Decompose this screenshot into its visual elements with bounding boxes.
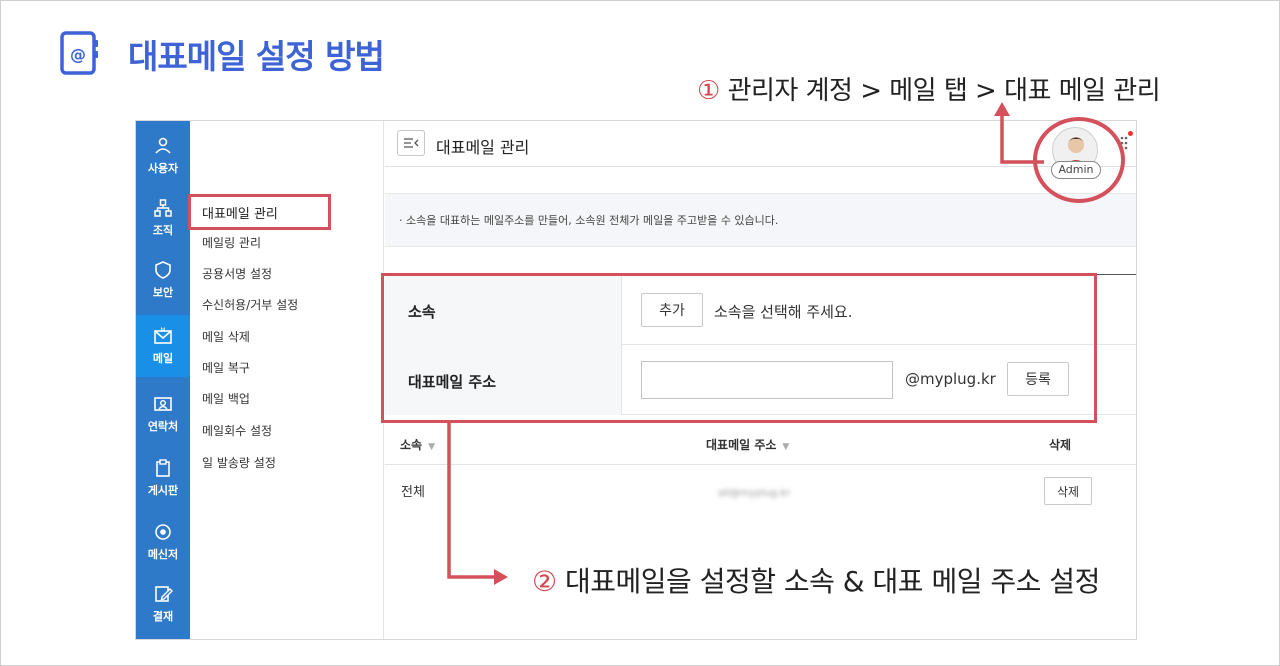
- svg-text:M: M: [160, 327, 165, 334]
- sidebar-item-label: 결재: [152, 610, 174, 623]
- info-bar: · 소속을 대표하는 메일주소를 만들어, 소속원 전체가 메일을 주고받을 수…: [385, 193, 1136, 247]
- table-header: 소속 ▼ 대표메일 주소 ▼ 삭제: [385, 423, 1136, 465]
- content-header: 대표메일 관리 Admin: [385, 121, 1136, 179]
- sidebar-item-org[interactable]: 조직: [136, 187, 190, 249]
- sidebar-item-messenger[interactable]: 메신저: [136, 511, 190, 573]
- form-highlight-box: [381, 273, 1097, 423]
- sidebar-item-label: 사용자: [147, 162, 179, 175]
- info-text: · 소속을 대표하는 메일주소를 만들어, 소속원 전체가 메일을 주고받을 수…: [399, 214, 779, 227]
- submenu-item-mail-backup[interactable]: 메일 백업: [202, 390, 250, 407]
- sort-caret-icon: ▼: [428, 442, 436, 452]
- content-title: 대표메일 관리: [436, 138, 530, 157]
- sidebar-item-users[interactable]: 사용자: [136, 125, 190, 187]
- column-header-delete: 삭제: [1049, 438, 1072, 452]
- column-header-dept[interactable]: 소속 ▼: [400, 436, 435, 453]
- admin-sidebar: 사용자 조직 보안 M 메일 연락처 게시판 메신저 결재: [136, 121, 190, 639]
- step2-annotation: ② 대표메일을 설정할 소속 & 대표 메일 주소 설정: [532, 560, 1100, 600]
- sidebar-item-label: 조직: [152, 224, 174, 237]
- submenu-item-daily-send[interactable]: 일 발송량 설정: [202, 454, 276, 471]
- step2-number: ②: [532, 565, 557, 598]
- sidebar-item-contacts[interactable]: 연락처: [136, 383, 190, 445]
- step1-annotation: ① 관리자 계정 > 메일 탭 > 대표 메일 관리: [697, 70, 1161, 107]
- sidebar-item-label: 게시판: [147, 484, 179, 497]
- column-header-address[interactable]: 대표메일 주소 ▼: [706, 436, 789, 453]
- row-dept: 전체: [401, 485, 425, 500]
- sidebar-item-approval[interactable]: 결재: [136, 573, 190, 635]
- row-address-blurred: all@myplug.kr: [718, 488, 791, 499]
- messenger-icon: [155, 524, 171, 540]
- step1-text: 관리자 계정 > 메일 탭 > 대표 메일 관리: [719, 76, 1161, 106]
- admin-highlight-circle: [1033, 117, 1125, 203]
- submenu-item-mail-restore[interactable]: 메일 복구: [202, 359, 250, 376]
- submenu-item-mail-recall[interactable]: 메일회수 설정: [202, 422, 272, 439]
- page-title: 대표메일 설정 방법: [128, 37, 385, 76]
- step2-text: 대표메일을 설정할 소속 & 대표 메일 주소 설정: [556, 565, 1100, 598]
- submenu-item-shared-signature[interactable]: 공용서명 설정: [202, 265, 272, 282]
- sidebar-item-mail[interactable]: M 메일: [136, 315, 190, 377]
- delete-button[interactable]: 삭제: [1044, 477, 1092, 505]
- org-chart-icon: [154, 199, 172, 217]
- user-icon: [155, 137, 171, 154]
- svg-text:@: @: [70, 45, 86, 64]
- sort-caret-icon: ▼: [782, 442, 790, 452]
- address-book-at-icon: @: [60, 31, 98, 75]
- submenu-highlight-box: [188, 194, 331, 230]
- sidebar-item-board[interactable]: 게시판: [136, 447, 190, 509]
- sidebar-item-label: 메신저: [147, 548, 179, 561]
- submenu-item-mailing[interactable]: 메일링 관리: [202, 234, 261, 251]
- contact-card-icon: [154, 397, 172, 411]
- sidebar-item-security[interactable]: 보안: [136, 249, 190, 311]
- sidebar-item-label: 메일: [152, 352, 174, 365]
- submenu-item-allow-block[interactable]: 수신허용/거부 설정: [202, 296, 298, 313]
- mail-icon: M: [154, 327, 172, 344]
- step1-number: ①: [697, 76, 720, 106]
- approval-pen-icon: [155, 586, 173, 602]
- submenu-item-mail-delete[interactable]: 메일 삭제: [202, 328, 250, 345]
- notification-dot: [1128, 131, 1133, 136]
- sidebar-item-label: 보안: [152, 286, 174, 299]
- menu-toggle-button[interactable]: [397, 130, 425, 156]
- clipboard-icon: [156, 459, 170, 477]
- menu-collapse-icon: [404, 138, 419, 148]
- shield-icon: [155, 261, 171, 279]
- sidebar-item-label: 연락처: [147, 420, 179, 433]
